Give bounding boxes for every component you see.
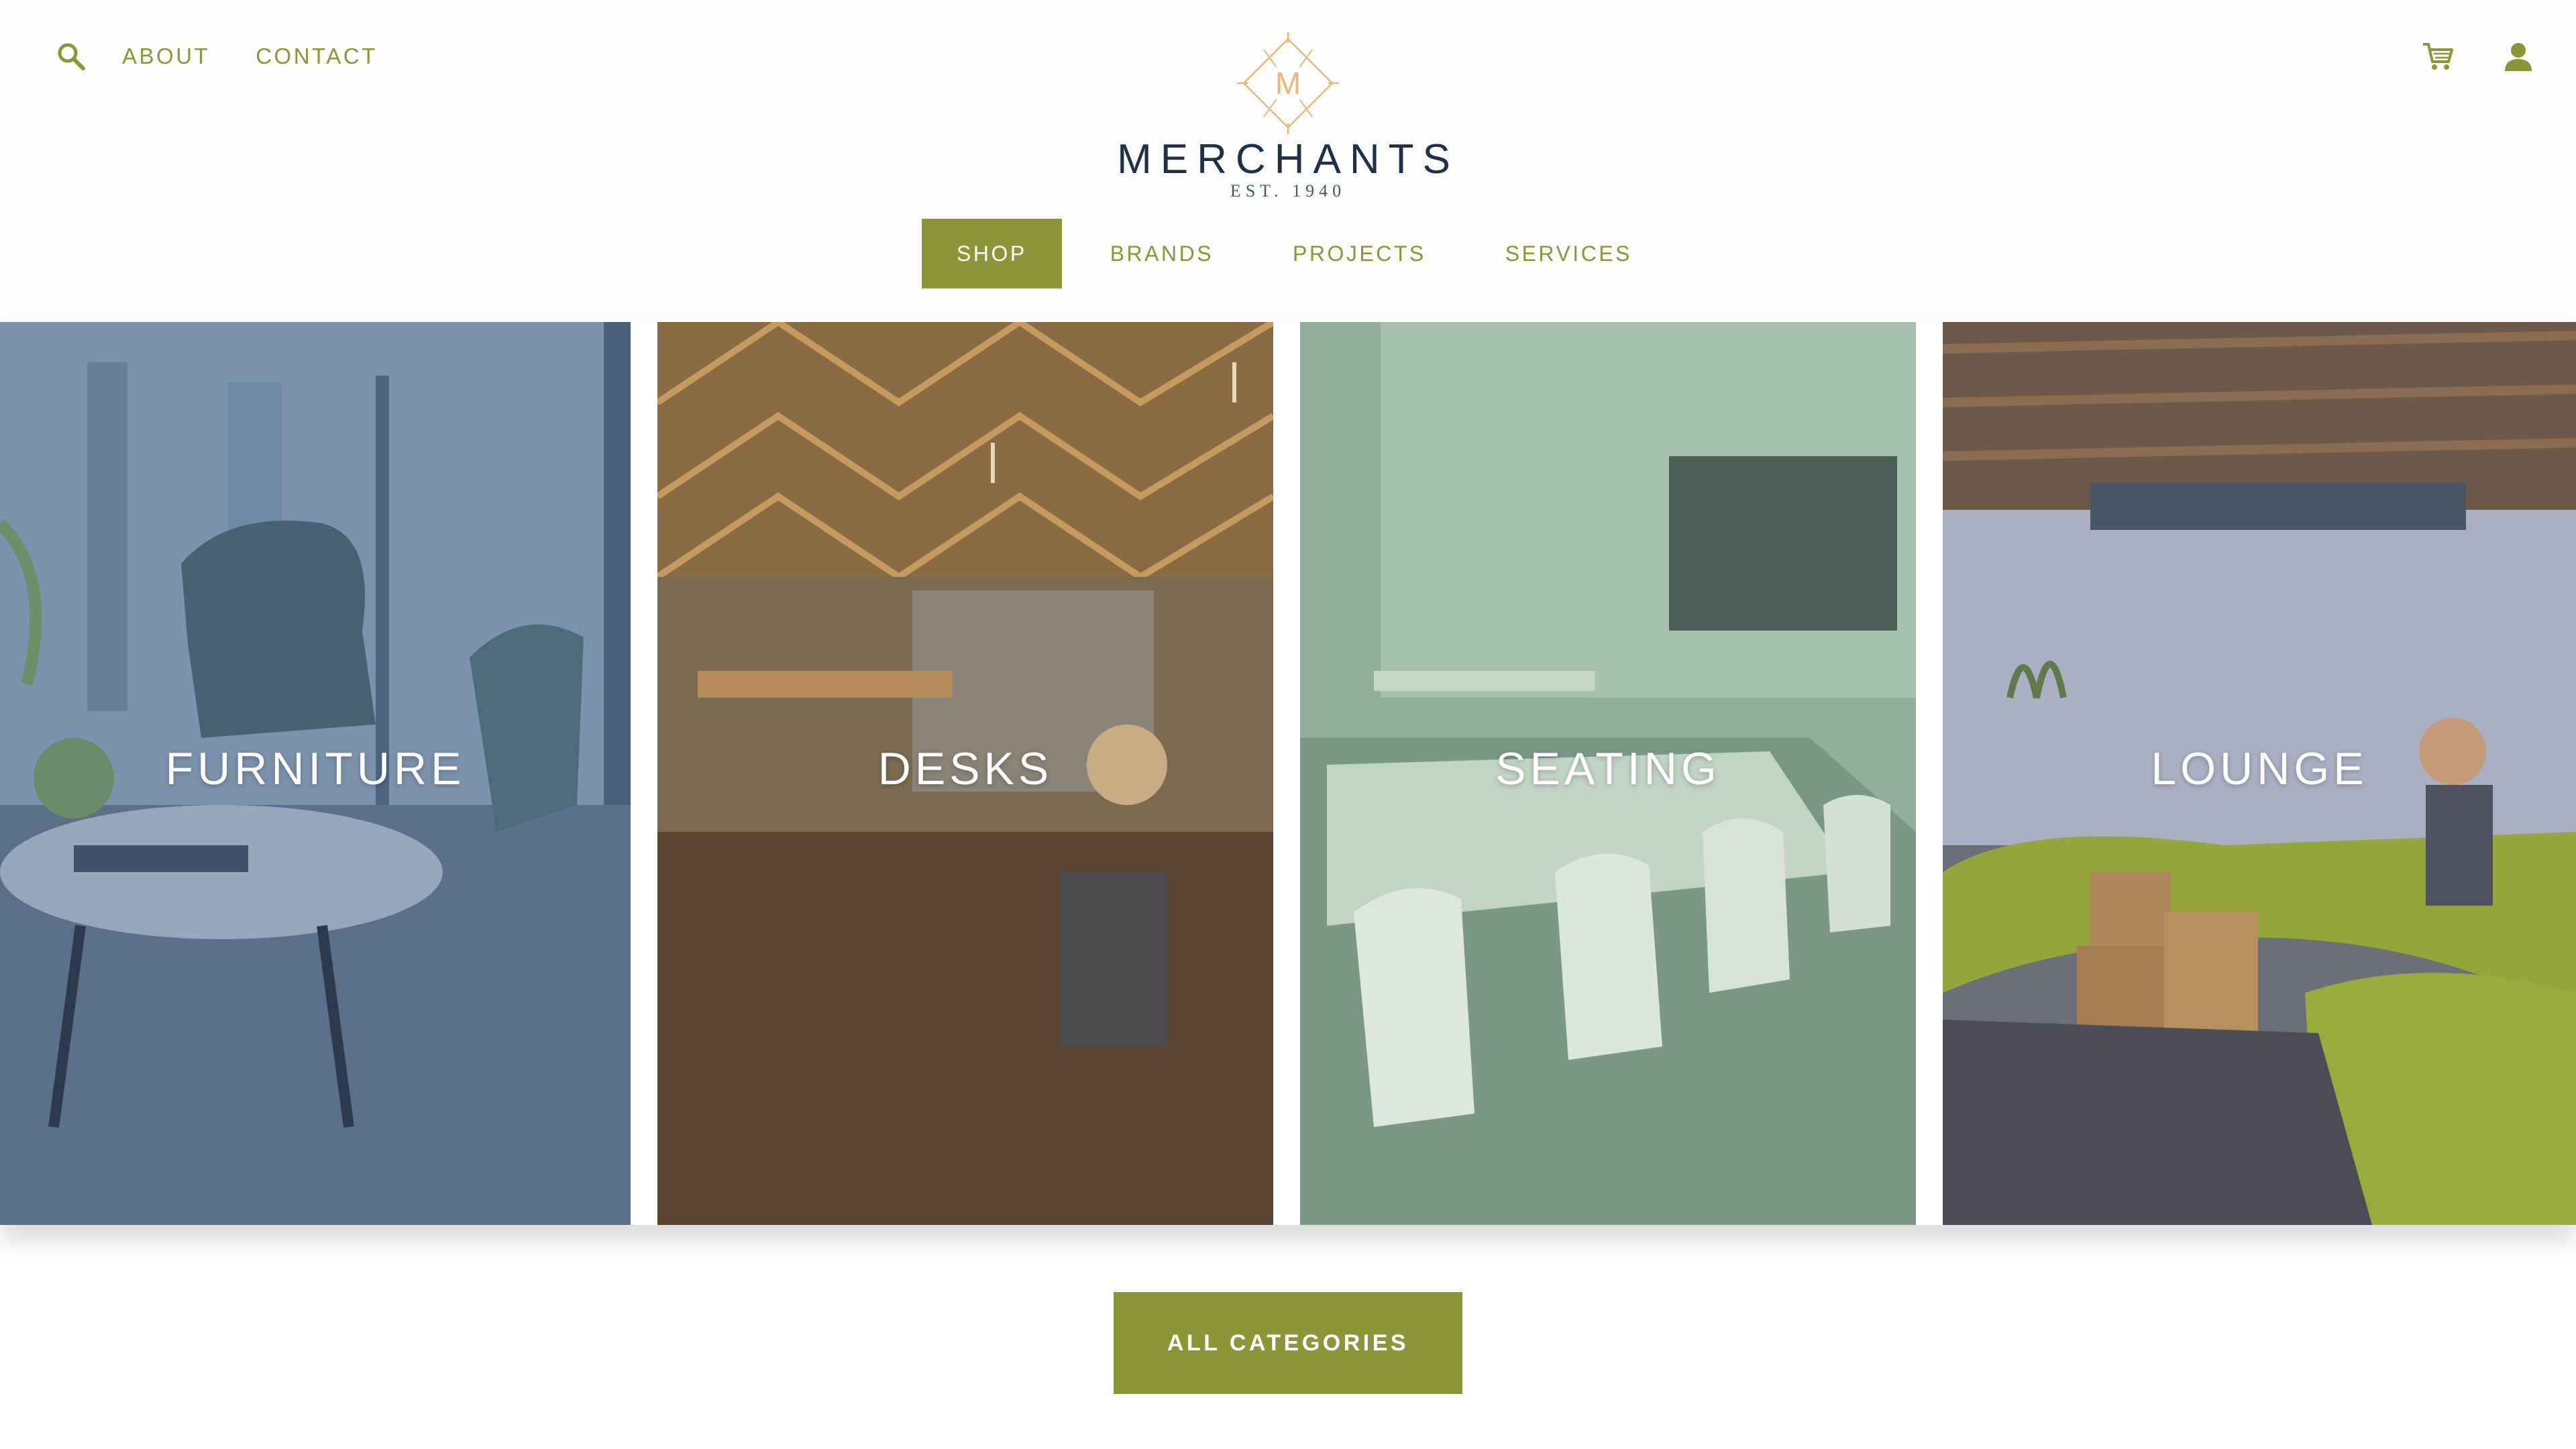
category-label: LOUNGE	[2151, 743, 2368, 794]
nav-projects[interactable]: PROJECTS	[1258, 219, 1461, 288]
user-icon[interactable]	[2502, 40, 2534, 72]
about-link[interactable]: ABOUT	[122, 38, 210, 75]
all-categories-button[interactable]: ALL CATEGORIES	[1114, 1292, 1462, 1394]
nav-shop[interactable]: SHOP	[922, 219, 1062, 288]
utility-nav-right	[2420, 38, 2534, 75]
category-grid: FURNITURE DESKS SEATING LOUNGE	[0, 322, 2576, 1225]
search-icon[interactable]	[55, 40, 87, 72]
category-label: DESKS	[877, 743, 1053, 794]
main-nav: SHOP BRANDS PROJECTS SERVICES	[922, 219, 1676, 288]
logo-wordmark: MERCHANTS	[1117, 136, 1459, 182]
contact-link[interactable]: CONTACT	[256, 38, 378, 75]
merchants-logo[interactable]: M MERCHANTS EST. 1940	[1111, 30, 1465, 204]
nav-brands[interactable]: BRANDS	[1075, 219, 1248, 288]
category-label: SEATING	[1495, 743, 1721, 794]
nav-services[interactable]: SERVICES	[1470, 219, 1667, 288]
cart-icon[interactable]	[2420, 39, 2455, 74]
utility-nav-left: ABOUT CONTACT	[55, 38, 423, 75]
logo-tagline: EST. 1940	[1230, 181, 1346, 201]
category-tile-seating[interactable]: SEATING	[1300, 322, 1916, 1225]
category-tile-desks[interactable]: DESKS	[657, 322, 1273, 1225]
logo-diamond-icon: M	[1237, 32, 1339, 134]
category-tile-lounge[interactable]: LOUNGE	[1943, 322, 2576, 1225]
category-tile-furniture[interactable]: FURNITURE	[0, 322, 631, 1225]
svg-text:M: M	[1275, 66, 1301, 101]
category-label: FURNITURE	[165, 743, 466, 794]
site-header: ABOUT CONTACT M MERCHANTS EST. 1940 SHOP…	[0, 0, 2576, 322]
